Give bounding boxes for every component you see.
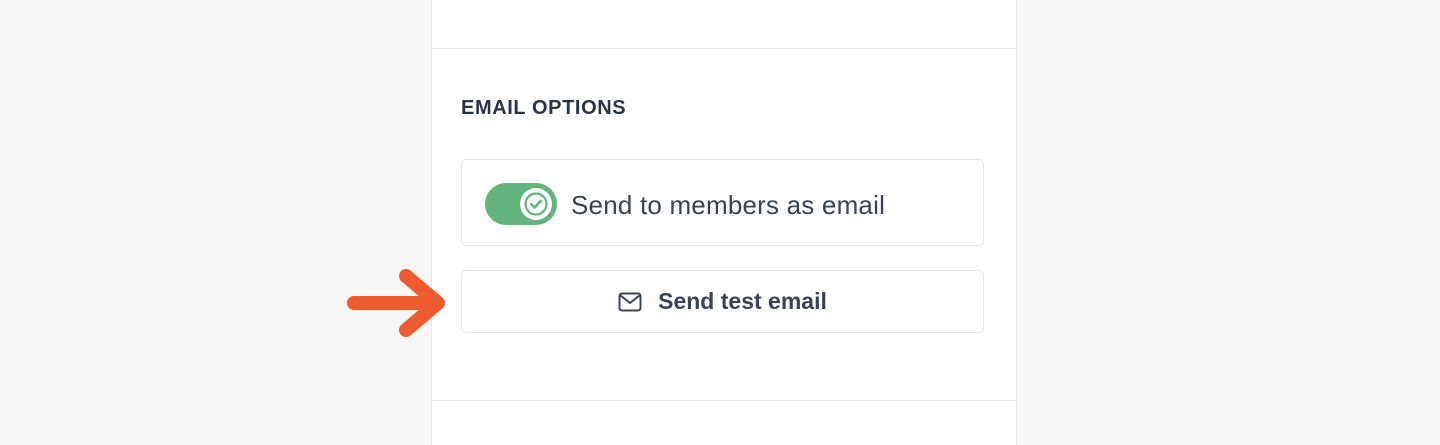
send-as-email-toggle[interactable] [485, 183, 557, 225]
arrow-right-icon [347, 269, 445, 337]
check-icon [524, 192, 548, 216]
toggle-knob [520, 188, 552, 220]
send-test-email-button[interactable]: Send test email [461, 270, 984, 333]
post-settings-panel: EMAIL OPTIONS Send to members as email S… [431, 0, 1017, 445]
section-divider-top [432, 48, 1016, 49]
email-options-heading: EMAIL OPTIONS [461, 97, 627, 119]
mail-icon [618, 292, 642, 312]
send-as-email-label: Send to members as email [571, 190, 886, 220]
send-as-email-option[interactable]: Send to members as email [461, 159, 984, 246]
section-divider-bottom [432, 400, 1016, 401]
send-test-email-label: Send test email [658, 288, 827, 314]
